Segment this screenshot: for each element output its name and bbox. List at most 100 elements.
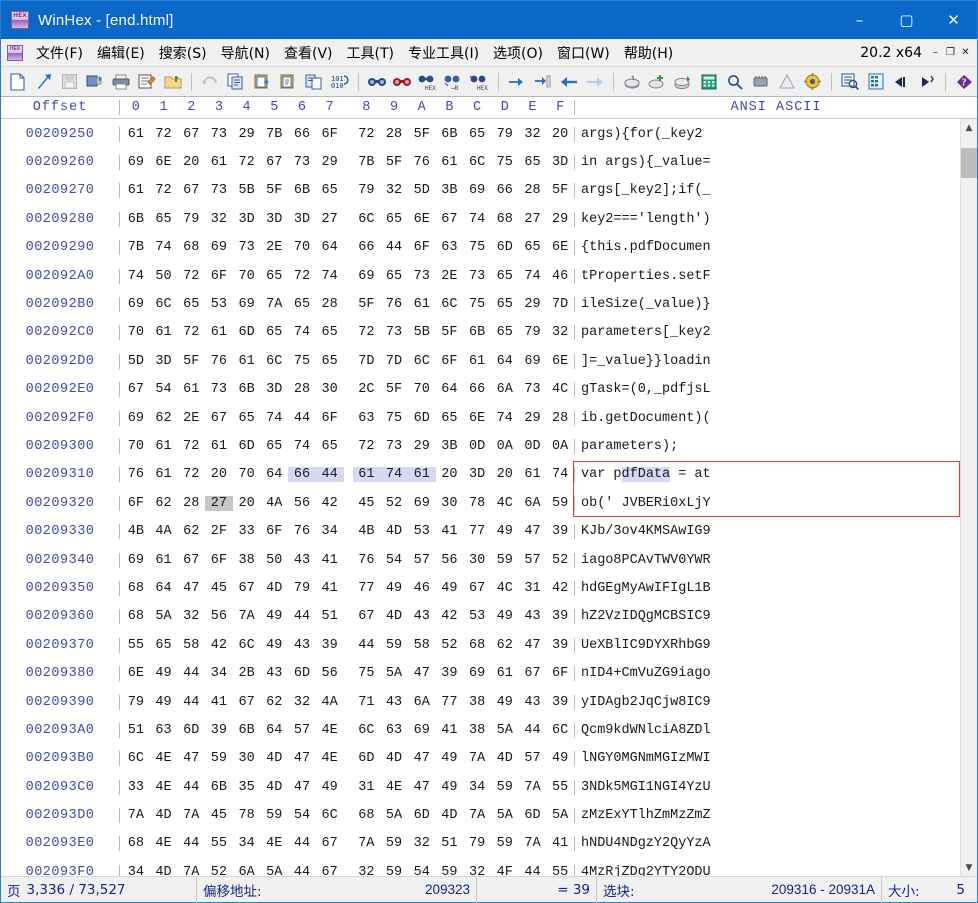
hex-byte[interactable]: 64	[491, 354, 519, 369]
hex-byte[interactable]: 7A	[233, 609, 261, 624]
hex-byte[interactable]: 6F	[408, 240, 436, 255]
hex-byte[interactable]: 53	[205, 297, 233, 312]
hex-byte[interactable]: 62	[177, 524, 205, 539]
hex-byte[interactable]: 5D	[122, 354, 150, 369]
row-ascii[interactable]: ileSize(_value)}	[574, 297, 960, 313]
hex-byte[interactable]: 20	[436, 467, 464, 482]
hex-byte[interactable]: 64	[316, 240, 344, 255]
row-ascii[interactable]: iago8PCAvTWV0YWR	[574, 552, 960, 568]
hex-row[interactable]: 00209320 6F 62 28 27 20 4A 56 42 45 52 69 30 78 4C 6A 59…	[1, 489, 960, 517]
row-hex-bytes[interactable]: 4B 4A 62 2F 33 6F 76 34 4B 4D 53 41 77 49 47 39	[119, 524, 574, 540]
hex-byte[interactable]: 49	[260, 638, 288, 653]
hex-byte[interactable]: 75	[288, 354, 316, 369]
hex-byte[interactable]: 42	[205, 638, 233, 653]
hex-byte[interactable]: 72	[353, 127, 381, 142]
menu-item-specialist[interactable]: 专业工具(I)	[401, 40, 486, 66]
hex-byte[interactable]: 49	[491, 524, 519, 539]
hex-byte[interactable]: 72	[233, 155, 261, 170]
hex-byte[interactable]: 6E	[463, 411, 491, 426]
hex-row[interactable]: 00209330 4B 4A 62 2F 33 6F 76 34 4B 4D 53 41 77 49 47 39…	[1, 517, 960, 545]
hex-byte[interactable]: 3D	[260, 212, 288, 227]
hex-byte[interactable]: 44	[288, 865, 316, 876]
hex-byte[interactable]: 73	[519, 382, 547, 397]
row-ascii[interactable]: parameters);	[574, 438, 960, 454]
hex-byte[interactable]: 6A	[408, 695, 436, 710]
hex-byte[interactable]: 49	[260, 609, 288, 624]
hex-byte[interactable]: 79	[491, 127, 519, 142]
hex-byte[interactable]: 49	[316, 780, 344, 795]
hex-byte[interactable]: 39	[546, 609, 574, 624]
hex-byte[interactable]: 62	[150, 411, 178, 426]
row-ascii[interactable]: 4MzRjZDg2YTY2ODU	[574, 864, 960, 876]
row-ascii[interactable]: hNDU4NDgzY2QyYzA	[574, 836, 960, 852]
menu-item-help[interactable]: 帮助(H)	[617, 40, 680, 66]
hex-byte[interactable]: 66	[463, 382, 491, 397]
hex-byte[interactable]: 20	[546, 127, 574, 142]
hex-byte[interactable]: 3D	[463, 467, 491, 482]
hex-byte[interactable]: 6C	[353, 212, 381, 227]
hex-byte[interactable]: 69	[519, 354, 547, 369]
row-hex-bytes[interactable]: 76 61 72 20 70 64 66 44 61 74 61 20 3D 20 61 74	[119, 467, 574, 483]
help-icon[interactable]: ?	[951, 70, 977, 94]
hex-byte[interactable]: 67	[463, 581, 491, 596]
hex-byte[interactable]: 43	[519, 695, 547, 710]
hex-byte[interactable]: 6C	[260, 354, 288, 369]
hex-byte[interactable]: 65	[519, 155, 547, 170]
hex-byte[interactable]: 72	[353, 325, 381, 340]
hex-byte[interactable]: 55	[122, 638, 150, 653]
hex-byte[interactable]: 2E	[260, 240, 288, 255]
hex-byte[interactable]: 32	[463, 865, 491, 876]
hex-byte[interactable]: 6D	[233, 325, 261, 340]
hex-byte[interactable]: 44	[288, 411, 316, 426]
row-hex-bytes[interactable]: 69 61 67 6F 38 50 43 41 76 54 57 56 30 59 57 52	[119, 552, 574, 568]
copy-icon[interactable]	[223, 70, 249, 94]
hex-byte[interactable]: 59	[491, 836, 519, 851]
row-hex-bytes[interactable]: 61 72 67 73 5B 5F 6B 65 79 32 5D 3B 69 66 28 5F	[119, 183, 574, 199]
hex-byte[interactable]: 57	[519, 751, 547, 766]
hex-byte[interactable]: 56	[288, 496, 316, 511]
hex-byte[interactable]: 69	[233, 297, 261, 312]
hex-byte[interactable]: 3B	[436, 183, 464, 198]
hex-row[interactable]: 00209250 61 72 67 73 29 7B 66 6F 72 28 5F 6B 65 79 32 20…	[1, 120, 960, 148]
hex-byte[interactable]: 30	[233, 751, 261, 766]
hex-byte[interactable]: 51	[436, 836, 464, 851]
hex-row[interactable]: 00209360 68 5A 32 56 7A 49 44 51 67 4D 43 42 53 49 43 39…	[1, 603, 960, 631]
clipboard-icon[interactable]	[275, 70, 301, 94]
row-hex-bytes[interactable]: 68 5A 32 56 7A 49 44 51 67 4D 43 42 53 49 43 39	[119, 609, 574, 625]
hex-byte[interactable]: 6A	[233, 865, 261, 876]
hex-byte[interactable]: 65	[260, 439, 288, 454]
hex-byte[interactable]: 69	[463, 666, 491, 681]
hex-byte[interactable]: 6F	[260, 524, 288, 539]
hex-byte[interactable]: 33	[122, 780, 150, 795]
goto-offset-icon[interactable]	[504, 70, 530, 94]
hex-byte[interactable]: 7B	[122, 240, 150, 255]
hex-byte[interactable]: 52	[436, 638, 464, 653]
row-hex-bytes[interactable]: 70 61 72 61 6D 65 74 65 72 73 5B 5F 6B 65 79 32	[119, 325, 574, 341]
report-icon[interactable]	[863, 70, 889, 94]
find-hex-icon[interactable]	[389, 70, 415, 94]
hex-byte[interactable]: 62	[491, 638, 519, 653]
menu-item-navigate[interactable]: 导航(N)	[214, 40, 277, 66]
undo-icon[interactable]	[197, 70, 223, 94]
hex-byte[interactable]: 6F	[316, 411, 344, 426]
hex-byte[interactable]: 49	[150, 666, 178, 681]
hex-byte[interactable]: 4E	[150, 751, 178, 766]
row-ascii[interactable]: key2==='length')	[574, 211, 960, 227]
hex-byte[interactable]: 4D	[150, 865, 178, 876]
disk-clone-icon[interactable]	[670, 70, 696, 94]
row-hex-bytes[interactable]: 67 54 61 73 6B 3D 28 30 2C 5F 70 64 66 6A 73 4C	[119, 382, 574, 398]
row-ascii[interactable]: tProperties.setF	[574, 268, 960, 284]
hex-byte[interactable]: 65	[177, 297, 205, 312]
row-ascii[interactable]: nID4+CmVuZG9iago	[574, 666, 960, 682]
hex-row[interactable]: 00209340 69 61 67 6F 38 50 43 41 76 54 57 56 30 59 57 52…	[1, 546, 960, 574]
hex-byte[interactable]: 28	[519, 183, 547, 198]
hex-byte[interactable]: 52	[380, 496, 408, 511]
hex-byte[interactable]: 69	[353, 269, 381, 284]
hex-byte[interactable]: 61	[407, 467, 436, 483]
hex-byte[interactable]: 7D	[380, 354, 408, 369]
hex-byte[interactable]: 4E	[150, 836, 178, 851]
hex-byte[interactable]: 7B	[353, 155, 381, 170]
hex-byte[interactable]: 75	[463, 297, 491, 312]
hex-byte[interactable]: 49	[491, 695, 519, 710]
hex-byte[interactable]: 47	[408, 666, 436, 681]
